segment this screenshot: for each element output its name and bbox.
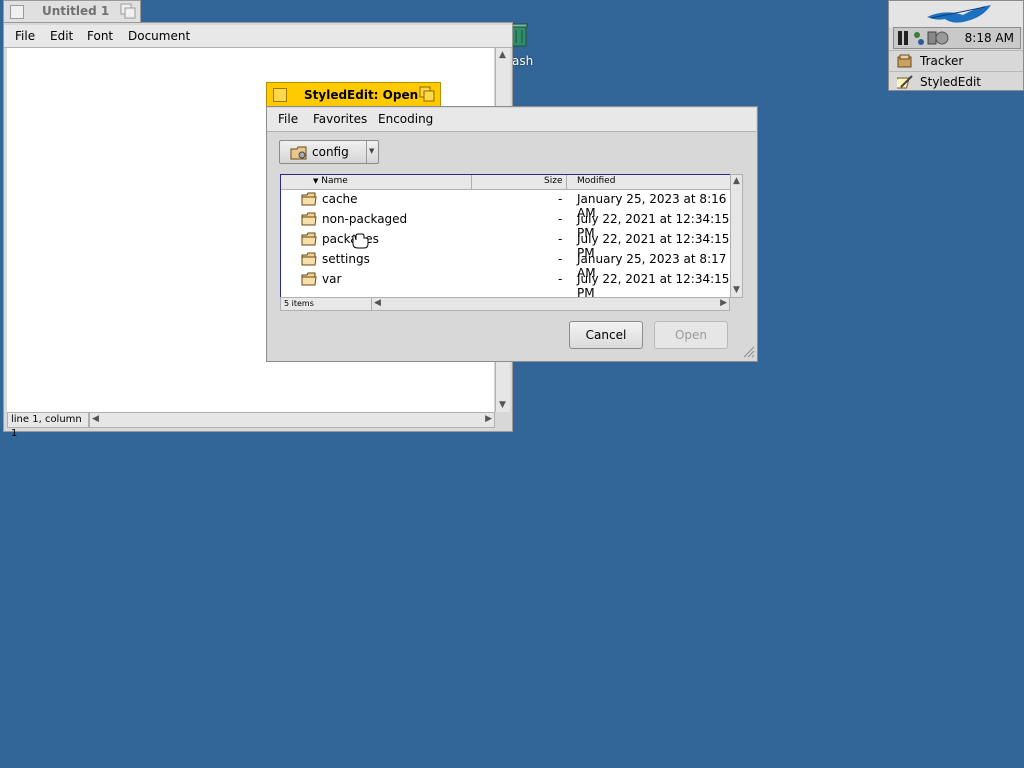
file-name: cache [322, 192, 358, 206]
zoom-button[interactable] [120, 3, 136, 19]
scroll-right-icon[interactable]: ▶ [720, 298, 727, 308]
file-size: - [558, 192, 563, 206]
tray-icons [898, 31, 949, 45]
directory-menu[interactable]: config ▼ [279, 140, 379, 164]
untitled-window-tab[interactable]: Untitled 1 [3, 0, 141, 22]
directory-label: config [312, 145, 349, 159]
scroll-down-icon[interactable]: ▼ [499, 400, 506, 410]
file-size: - [558, 212, 563, 226]
deskbar-clock[interactable]: 8:18 AM [965, 31, 1014, 45]
system-tray: 8:18 AM [893, 27, 1021, 49]
file-row[interactable]: cache - January 25, 2023 at 8:16 AM [281, 189, 730, 220]
file-name: settings [322, 252, 370, 266]
scroll-up-icon[interactable]: ▲ [733, 176, 740, 186]
column-size[interactable]: Size [544, 176, 562, 186]
column-name[interactable]: ▼ Name [313, 176, 348, 186]
open-button[interactable]: Open [654, 321, 728, 349]
menu-font[interactable]: Font [87, 29, 113, 43]
deskbar-app-label: StyledEdit [920, 75, 981, 89]
open-dialog-tab[interactable]: StyledEdit: Open [266, 82, 441, 106]
scroll-left-icon[interactable]: ◀ [92, 414, 99, 424]
status-line: line 1, column 1 [7, 412, 89, 439]
folder-icon [301, 212, 317, 226]
scroll-up-icon[interactable]: ▲ [499, 50, 506, 60]
file-size: - [558, 232, 563, 246]
zoom-button[interactable] [419, 86, 435, 102]
file-modified: July 22, 2021 at 12:34:15 PM [577, 272, 730, 300]
folder-icon [301, 192, 317, 206]
leaf-icon [927, 5, 991, 23]
file-row[interactable]: non-packaged - July 22, 2021 at 12:34:15… [281, 209, 730, 240]
horizontal-scrollbar[interactable]: ◀ ▶ [89, 412, 495, 428]
dialog-title: StyledEdit: Open [304, 88, 419, 102]
column-modified[interactable]: Modified [577, 176, 615, 186]
config-folder-icon [290, 146, 307, 160]
menu-favorites[interactable]: Favorites [313, 112, 367, 126]
file-row[interactable]: settings - January 25, 2023 at 8:17 AM [281, 249, 730, 280]
deskbar-app-label: Tracker [920, 54, 964, 68]
menu-separator [366, 141, 367, 163]
scroll-right-icon[interactable]: ▶ [485, 414, 492, 424]
cancel-button[interactable]: Cancel [569, 321, 643, 349]
column-divider[interactable] [566, 175, 567, 189]
trash-label: ash [512, 54, 534, 68]
column-divider[interactable] [471, 175, 472, 189]
folder-icon [301, 232, 317, 246]
dialog-menubar: File Favorites Encoding [267, 108, 756, 132]
item-count: 5 items [280, 297, 372, 311]
file-list-horizontal-scrollbar[interactable]: ◀ ▶ [371, 297, 730, 311]
resize-grip-icon[interactable] [741, 344, 755, 358]
scroll-left-icon[interactable]: ◀ [374, 298, 381, 308]
file-list-vertical-scrollbar[interactable]: ▲ ▼ [730, 174, 743, 298]
menu-file[interactable]: File [15, 29, 35, 43]
file-size: - [558, 252, 563, 266]
deskbar: 8:18 AM Tracker StyledEdit [888, 0, 1024, 91]
menu-file[interactable]: File [278, 112, 298, 126]
close-button[interactable] [10, 5, 24, 19]
deskbar-app-styledit[interactable]: StyledEdit [889, 71, 1023, 93]
folder-icon [301, 252, 317, 266]
file-row[interactable]: var - July 22, 2021 at 12:34:15 PM [281, 269, 730, 300]
file-name: non-packaged [322, 212, 408, 226]
styledit-icon [897, 75, 913, 89]
hand-cursor-icon [352, 233, 369, 249]
file-name: var [322, 272, 342, 286]
file-row[interactable]: packages - July 22, 2021 at 12:34:15 PM [281, 229, 730, 260]
menu-encoding[interactable]: Encoding [378, 112, 433, 126]
menu-document[interactable]: Document [128, 29, 190, 43]
file-size: - [558, 272, 563, 286]
scroll-down-icon[interactable]: ▼ [733, 285, 740, 295]
deskbar-app-tracker[interactable]: Tracker [889, 50, 1023, 72]
column-header: ▼ Name Size Modified [281, 175, 730, 190]
menu-edit[interactable]: Edit [50, 29, 73, 43]
sort-arrow-icon: ▼ [313, 177, 319, 185]
untitled-menubar: File Edit Font Document [4, 25, 512, 48]
window-title: Untitled 1 [42, 4, 110, 18]
folder-icon [301, 272, 317, 286]
leaf-menu-button[interactable] [889, 1, 1023, 27]
tracker-icon [897, 54, 912, 68]
chevron-down-icon: ▼ [369, 147, 375, 155]
close-button[interactable] [273, 88, 287, 102]
